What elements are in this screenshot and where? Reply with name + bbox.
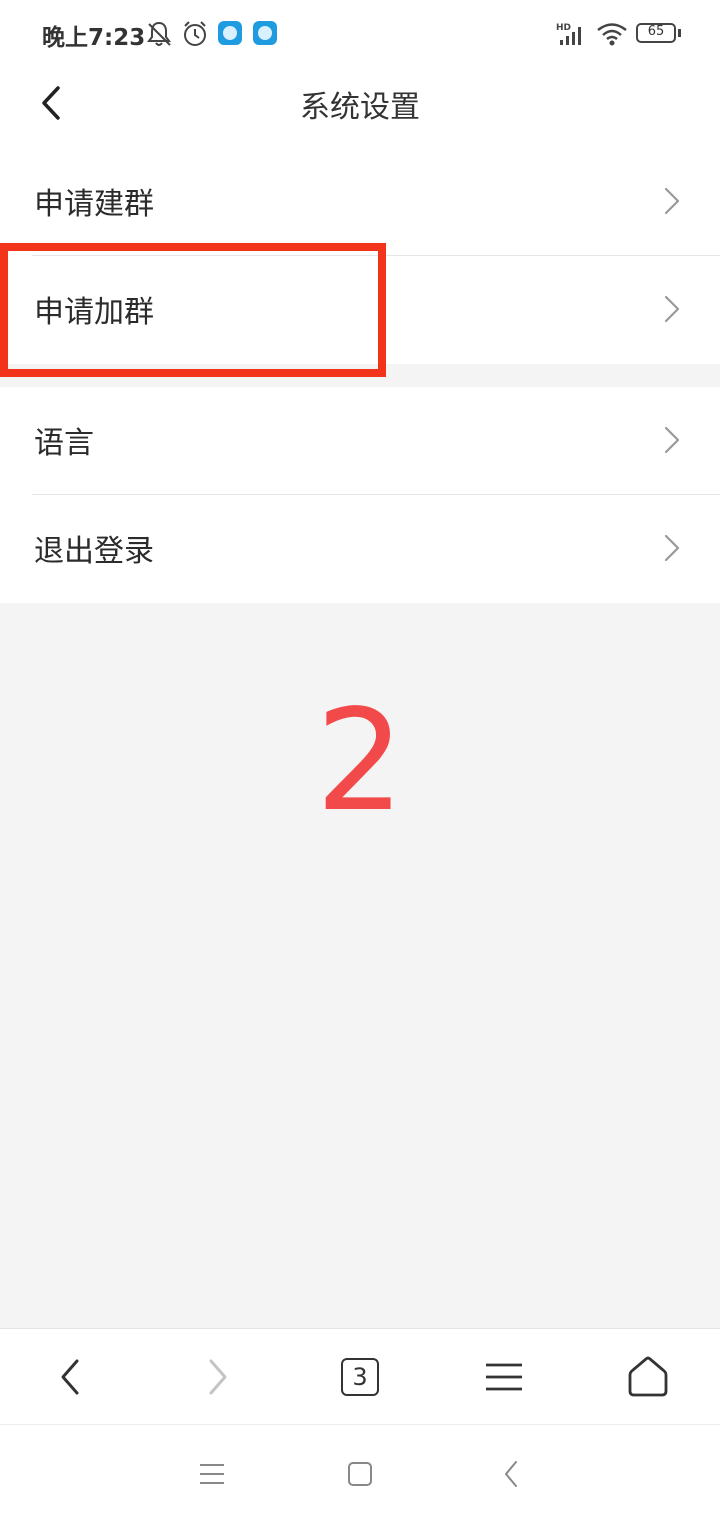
row-label: 语言 [34, 426, 94, 461]
chevron-right-icon [664, 295, 680, 323]
app-header: 系统设置 [0, 70, 720, 148]
system-home-button[interactable] [345, 1459, 375, 1489]
chevron-right-icon [209, 1359, 227, 1395]
highlight-annotation-box [0, 243, 386, 377]
tabs-button[interactable]: 3 [341, 1358, 389, 1406]
battery-level: 65 [647, 24, 665, 39]
apply-create-group-row[interactable]: 申请建群 [0, 148, 720, 256]
status-bar: 晚上7:23 HD 65 [0, 0, 720, 70]
chevron-right-icon [664, 426, 680, 454]
status-time: 晚上7:23 [42, 25, 146, 51]
menu-button[interactable] [480, 1353, 528, 1401]
hamburger-menu-icon [486, 1363, 522, 1391]
alarm-icon [184, 21, 206, 46]
system-back-button[interactable] [497, 1459, 527, 1489]
system-navigation-bar [0, 1424, 720, 1521]
browser-forward-button[interactable] [194, 1353, 242, 1401]
row-label: 退出登录 [34, 534, 154, 569]
logout-row[interactable]: 退出登录 [0, 495, 720, 603]
page-title: 系统设置 [300, 90, 420, 125]
chevron-right-icon [664, 534, 680, 562]
app-notification-icon [218, 21, 242, 45]
recent-apps-button[interactable] [197, 1459, 227, 1489]
bell-off-icon [147, 21, 171, 46]
home-icon [628, 1356, 668, 1397]
step-number-annotation: 2 [315, 680, 405, 843]
square-icon [348, 1462, 372, 1486]
app-notification-icon [253, 21, 277, 45]
chevron-left-icon [505, 1461, 517, 1487]
battery-tip [678, 29, 681, 37]
row-label: 申请建群 [34, 187, 154, 222]
chevron-right-icon [664, 187, 680, 215]
home-button[interactable] [624, 1353, 672, 1401]
browser-toolbar: 3 [0, 1328, 720, 1425]
network-type-label: HD [556, 23, 571, 33]
cellular-signal-icon: HD [556, 23, 581, 45]
browser-back-button[interactable] [46, 1353, 94, 1401]
language-row[interactable]: 语言 [0, 387, 720, 495]
settings-group-2: 语言 退出登录 [0, 387, 720, 603]
chevron-left-icon [61, 1359, 79, 1395]
battery-icon: 65 [636, 23, 676, 43]
tab-count-badge: 3 [341, 1358, 379, 1396]
menu-lines-icon [200, 1464, 224, 1484]
wifi-icon [597, 23, 627, 46]
